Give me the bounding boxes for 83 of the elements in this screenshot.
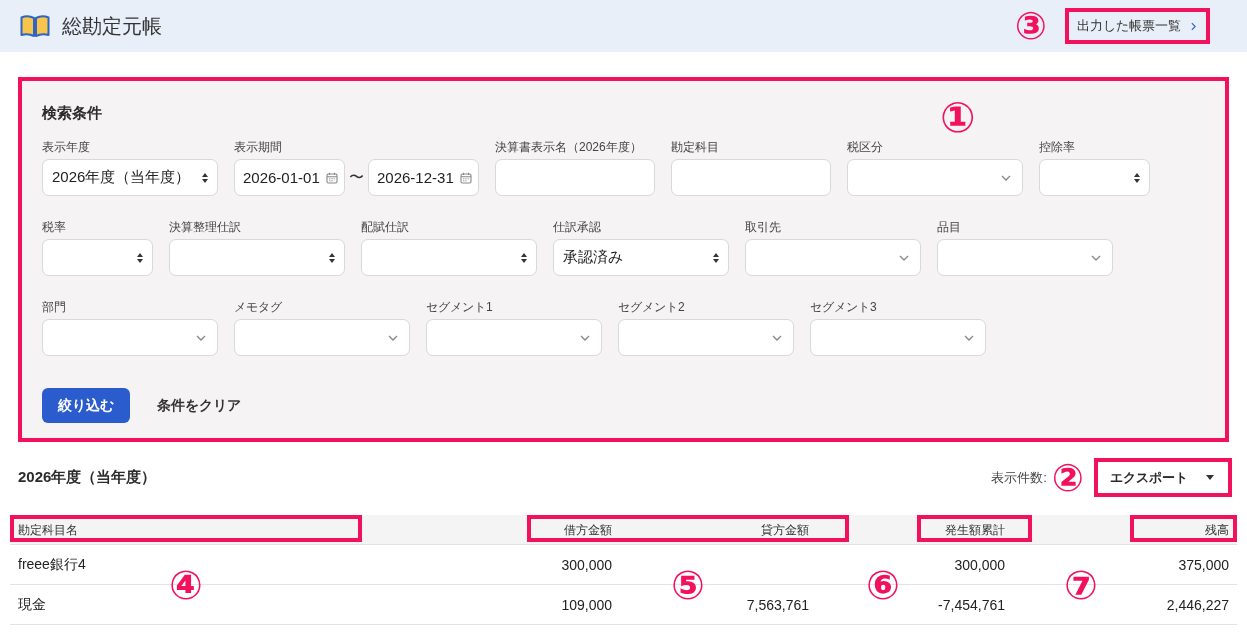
field-label: セグメント3 [810,299,878,316]
text-field[interactable] [671,159,831,196]
chevron-down-icon [388,334,398,341]
column-header: 勘定科目名 [18,521,78,539]
combobox-field[interactable] [42,319,218,356]
text-field[interactable] [495,159,655,196]
chevron-down-icon [1001,174,1011,181]
combobox-field[interactable] [745,239,921,276]
field-label: 仕訳承認 [553,219,602,236]
field-label: 税率 [42,219,67,236]
combobox-field[interactable] [847,159,1023,196]
callout-number: ⑦ [1064,565,1098,605]
field-label: 取引先 [745,219,782,236]
chevron-right-icon [1191,21,1196,31]
up-down-arrows-icon [1134,172,1140,183]
field-label: メモタグ [234,299,283,316]
callout-number: ⑤ [671,565,705,605]
date-field[interactable]: 2026-12-31 [368,159,479,196]
select-field[interactable] [1039,159,1150,196]
field-label: 配賦仕訳 [361,219,410,236]
field-label: 税区分 [847,139,884,156]
callout-number: ④ [169,565,203,605]
select-field[interactable] [42,239,153,276]
results-title: 2026年度（当年度） [18,468,157,487]
table-cell: -7,454,761 [938,597,1005,613]
calendar-icon [460,171,472,184]
chevron-down-icon [1091,254,1101,261]
chevron-down-icon [580,334,590,341]
field-label: セグメント2 [618,299,686,316]
count-label: 表示件数: [991,468,1047,487]
field-label: 勘定科目 [671,139,720,156]
combobox-field[interactable] [937,239,1113,276]
callout-number: ② [1051,458,1084,497]
field-label: 部門 [42,299,67,316]
column-header: 発生額累計 [945,521,1005,539]
field-label: 決算整理仕訳 [169,219,242,236]
chevron-down-icon [964,334,974,341]
combobox-field[interactable] [426,319,602,356]
up-down-arrows-icon [202,172,208,183]
field-label: 表示期間 [234,139,283,156]
column-header: 貸方金額 [761,521,809,539]
callout-number: ① [940,97,976,139]
column-header: 残高 [1205,521,1229,539]
page-title: 総勘定元帳 [62,13,162,39]
select-field[interactable] [361,239,537,276]
table-cell: 現金 [18,596,46,614]
caret-down-icon [1206,475,1214,480]
combobox-field[interactable] [234,319,410,356]
callout-number: ⑥ [866,565,900,605]
book-icon [20,14,50,38]
table-cell: 7,563,761 [746,597,809,613]
table-cell: 300,000 [561,557,612,573]
column-header: 借方金額 [564,521,612,539]
chevron-down-icon [772,334,782,341]
table-cell: freee銀行4 [18,556,86,574]
up-down-arrows-icon [521,252,527,263]
table-cell: 2,446,227 [1166,597,1229,613]
up-down-arrows-icon [329,252,335,263]
table-cell: 375,000 [1178,557,1229,573]
combobox-field[interactable] [618,319,794,356]
field-label: 品目 [937,219,962,236]
select-field[interactable]: 2026年度（当年度） [42,159,218,196]
date-field[interactable]: 2026-01-01 [234,159,345,196]
table-cell: 300,000 [954,557,1005,573]
select-field[interactable] [169,239,345,276]
select-field[interactable]: 承認済み [553,239,729,276]
table-cell: 109,000 [561,597,612,613]
combobox-field[interactable] [810,319,986,356]
up-down-arrows-icon [713,252,719,263]
callout-number: ③ [1014,7,1047,45]
panel-title: 検索条件 [42,103,102,123]
range-separator: 〜 [348,168,365,187]
report-list-link[interactable]: 出力した帳票一覧 [1069,12,1206,40]
field-label: 控除率 [1039,139,1076,156]
field-label: セグメント1 [426,299,494,316]
filter-button[interactable]: 絞り込む [42,388,130,423]
field-label: 表示年度 [42,139,91,156]
calendar-icon [326,171,338,184]
field-label: 決算書表示名（2026年度） [495,139,643,156]
chevron-down-icon [899,254,909,261]
up-down-arrows-icon [137,252,143,263]
chevron-down-icon [196,334,206,341]
clear-button[interactable]: 条件をクリア [155,388,243,423]
